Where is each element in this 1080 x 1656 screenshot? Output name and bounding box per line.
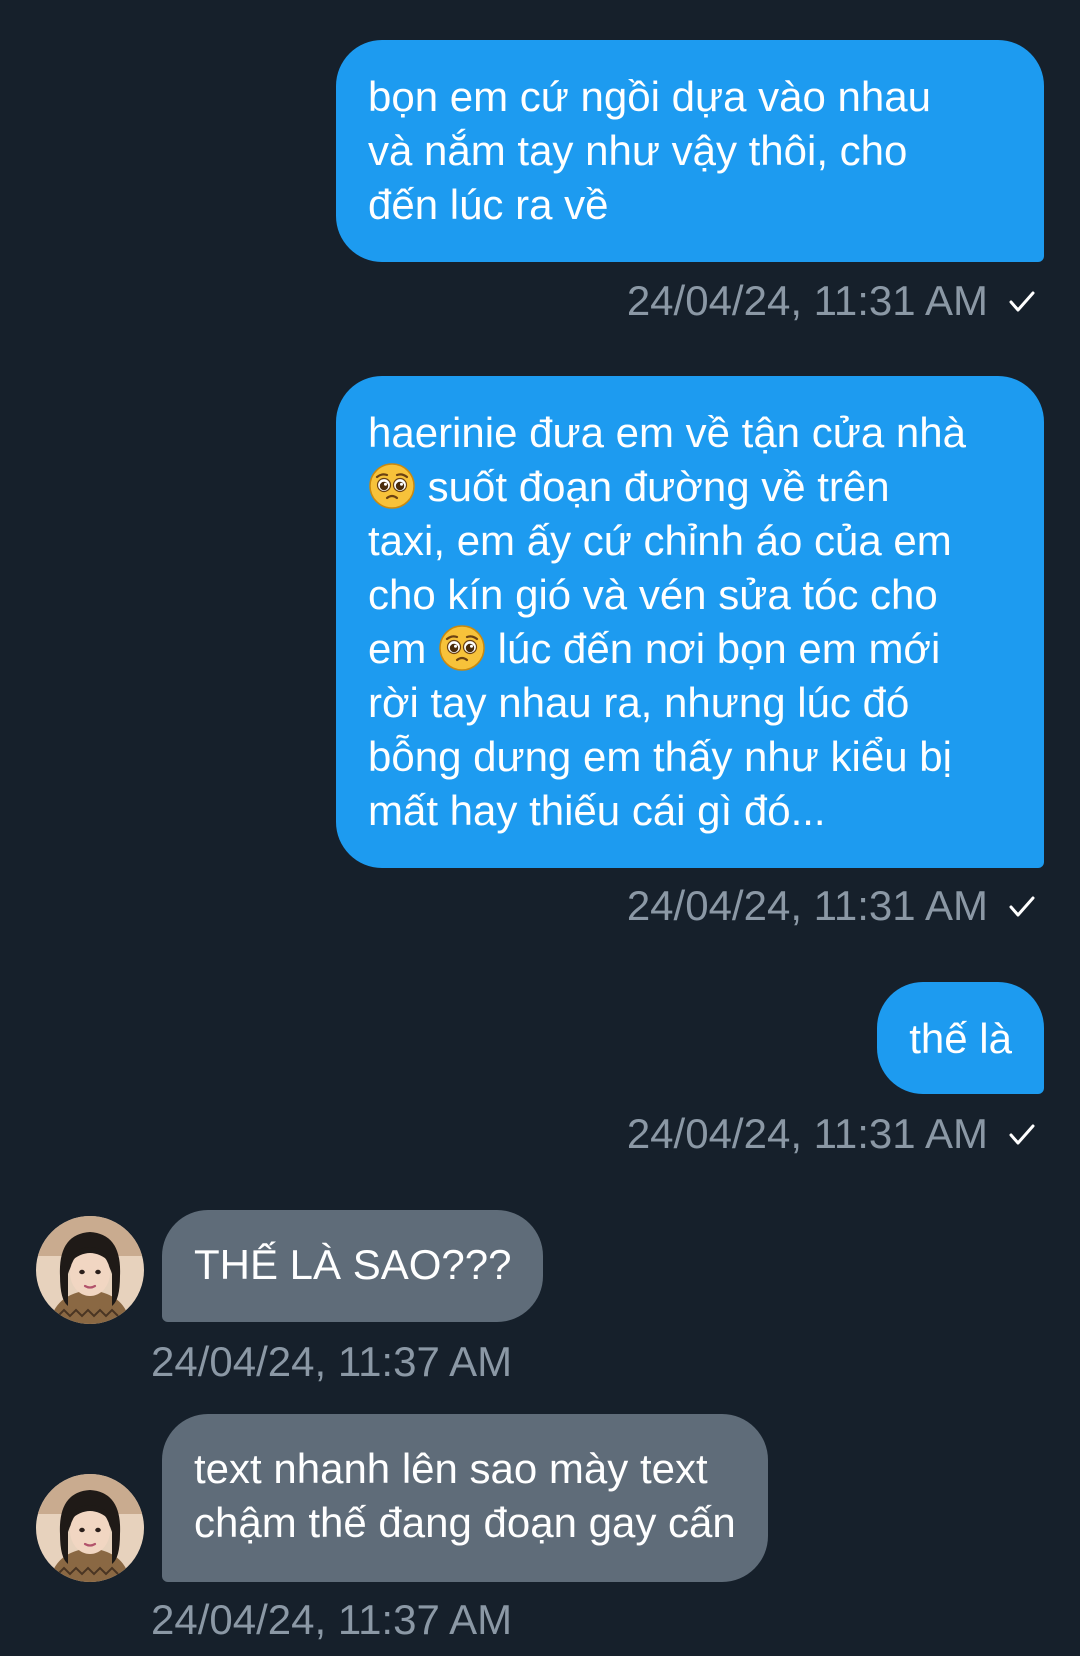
message-bubble-received[interactable]: text nhanh lên sao mày text chậm thế đan… — [162, 1414, 768, 1582]
check-icon — [1006, 890, 1038, 922]
message-bubble-sent[interactable]: haerinie đưa em về tận cửa nhà suốt đoạn… — [336, 376, 1044, 868]
message-text: bọn em cứ ngồi dựa vào nhau và nắm tay n… — [368, 73, 931, 228]
pleading-face-emoji — [438, 624, 486, 672]
timestamp-text: 24/04/24, 11:37 AM — [151, 1338, 513, 1385]
timestamp-text: 24/04/24, 11:31 AM — [626, 1110, 988, 1157]
avatar[interactable] — [36, 1216, 144, 1324]
avatar-image — [36, 1474, 144, 1582]
avatar[interactable] — [36, 1474, 144, 1582]
message-bubble-received[interactable]: THẾ LÀ SAO??? — [162, 1210, 544, 1322]
message-bubble-sent[interactable]: bọn em cứ ngồi dựa vào nhau và nắm tay n… — [336, 40, 1044, 262]
message-timestamp: 24/04/24, 11:31 AM — [627, 881, 1038, 931]
message-timestamp: 24/04/24, 11:37 AM — [151, 1337, 512, 1387]
avatar-image — [36, 1216, 144, 1324]
timestamp-text: 24/04/24, 11:37 AM — [151, 1596, 513, 1643]
message-text: text nhanh lên sao mày text chậm thế đan… — [194, 1445, 736, 1546]
timestamp-text: 24/04/24, 11:31 AM — [626, 277, 988, 324]
timestamp-text: 24/04/24, 11:31 AM — [626, 882, 988, 929]
message-timestamp: 24/04/24, 11:31 AM — [627, 1109, 1038, 1159]
check-icon — [1006, 285, 1038, 317]
message-timestamp: 24/04/24, 11:31 AM — [627, 276, 1038, 326]
message-text: THẾ LÀ SAO??? — [194, 1241, 512, 1288]
message-text: thế là — [909, 1015, 1012, 1062]
check-icon — [1006, 1118, 1038, 1150]
message-bubble-sent[interactable]: thế là — [877, 982, 1044, 1094]
message-text: haerinie đưa em về tận cửa nhà suốt đoạn… — [368, 406, 1012, 838]
pleading-face-emoji — [368, 462, 416, 510]
message-timestamp: 24/04/24, 11:37 AM — [151, 1595, 512, 1645]
message-text-part: haerinie đưa em về tận cửa nhà — [368, 409, 966, 456]
